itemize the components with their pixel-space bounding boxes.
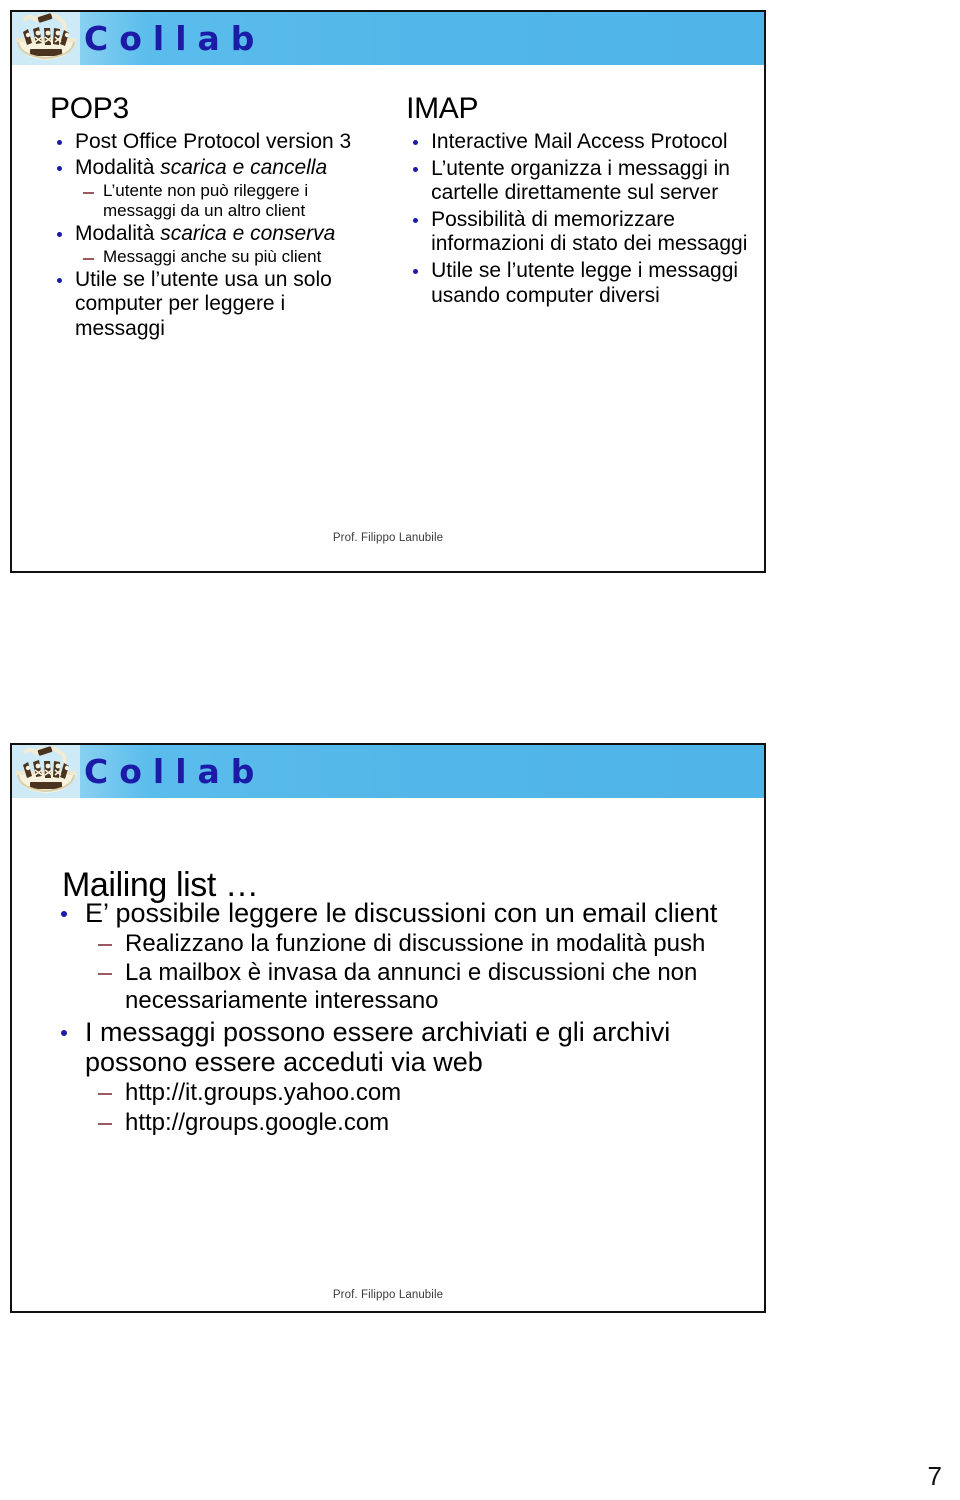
bullet-text: E’ possibile leggere le discussioni con … [85,898,718,928]
bullet-text-plain: Modalità [75,155,161,179]
list-item-link[interactable]: http://it.groups.yahoo.com [85,1079,724,1107]
pop3-bullet-list: Post Office Protocol version 3 Modalità … [50,130,378,341]
list-item: Utile se l’utente usa un solo computer p… [50,268,378,341]
collab-logo-icon [12,12,80,65]
list-item: E’ possibile leggere le discussioni con … [52,898,724,1015]
list-item: Realizzano la funzione di discussione in… [85,930,724,958]
column-pop3: POP3 Post Office Protocol version 3 Moda… [12,65,392,342]
list-item: I messaggi possono essere archiviati e g… [52,1017,724,1137]
page-number: 7 [927,1461,942,1491]
collab-logo-icon [12,745,80,798]
list-item: Utile se l’utente legge i messaggi usand… [406,259,754,308]
mailing-list-sub-list: http://it.groups.yahoo.com http://groups… [85,1079,724,1136]
slide-header-banner: Collab [12,12,764,65]
collab-wordmark: Collab [84,18,266,58]
list-item: Post Office Protocol version 3 [50,130,378,154]
collab-wordmark: Collab [84,751,266,791]
imap-bullet-list: Interactive Mail Access Protocol L’utent… [406,130,754,308]
list-item: Interactive Mail Access Protocol [406,130,754,155]
bullet-text-italic: scarica e conserva [160,221,336,245]
bullet-text: I messaggi possono essere archiviati e g… [85,1016,671,1078]
list-item: Modalità scarica e conserva Messaggi anc… [50,222,378,267]
slide-footer: Prof. Filippo Lanubile [332,532,444,544]
pop3-title: POP3 [50,92,129,125]
bullet-text: Modalità scarica e cancella [75,156,378,180]
bullet-text: Utile se l’utente usa un solo computer p… [75,267,332,340]
slide-pop3-imap: Collab POP3 Post Office Protocol version… [10,10,766,573]
list-item: Modalità scarica e cancella L’utente non… [50,156,378,221]
slide-footer: Prof. Filippo Lanubile [332,1289,444,1301]
mailing-list-sub-list: Realizzano la funzione di discussione in… [85,930,724,1015]
list-item-link[interactable]: http://groups.google.com [85,1109,724,1137]
slide-header-banner: Collab [12,745,764,798]
bullet-text: Modalità scarica e conserva [75,222,378,246]
mailing-list-bullet-list: E’ possibile leggere le discussioni con … [52,898,724,1136]
list-item: La mailbox è invasa da annunci e discuss… [85,959,724,1014]
imap-title: IMAP [406,92,479,125]
bullet-text-italic: scarica e cancella [160,155,328,179]
pop3-sub-list: L’utente non può rileggere i messaggi da… [75,181,378,221]
bullet-text: Post Office Protocol version 3 [75,130,352,154]
bullet-text-plain: Modalità [75,221,161,245]
slide-mailing-list: Collab Mailing list … E’ possibile legge… [10,743,766,1313]
list-item: L’utente non può rileggere i messaggi da… [75,181,378,221]
list-item: Possibilità di memorizzare informazioni … [406,208,754,257]
column-imap: IMAP Interactive Mail Access Protocol L’… [392,65,764,342]
list-item: Messaggi anche su più client [75,247,378,267]
list-item: L’utente organizza i messaggi in cartell… [406,157,754,206]
slide-body: Mailing list … E’ possibile leggere le d… [12,798,764,1311]
slide-body: POP3 Post Office Protocol version 3 Moda… [12,65,764,571]
pop3-sub-list: Messaggi anche su più client [75,247,378,267]
two-column-layout: POP3 Post Office Protocol version 3 Moda… [12,65,764,342]
mailing-list-content: E’ possibile leggere le discussioni con … [52,898,724,1138]
